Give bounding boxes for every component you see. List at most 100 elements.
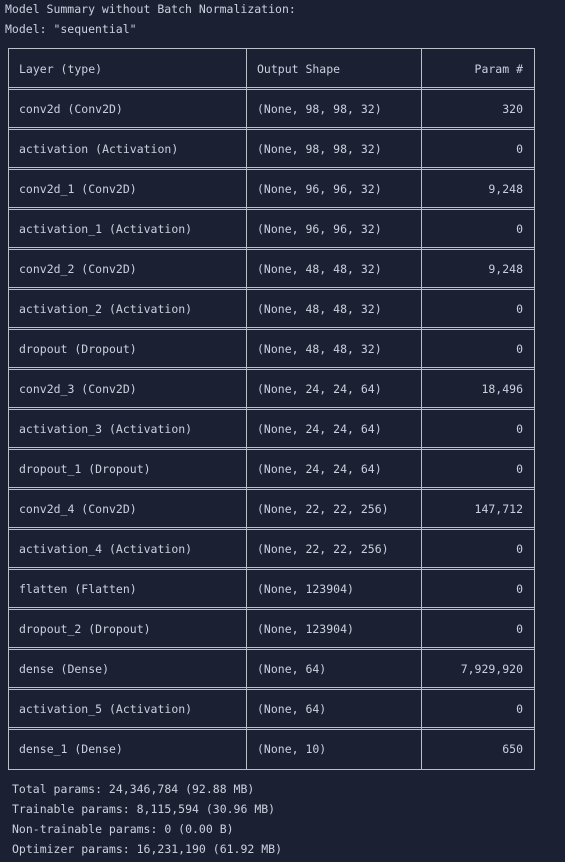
layer-name-cell: activation_4 (Activation) [19, 542, 193, 556]
layer-name-cell: dense_1 (Dense) [19, 742, 123, 756]
row-separator [8, 167, 535, 168]
param-count-cell: 0 [516, 142, 523, 156]
column-header-layer: Layer (type) [19, 62, 103, 76]
layer-name-cell: dropout (Dropout) [19, 342, 137, 356]
layer-name-cell: dropout_1 (Dropout) [19, 462, 151, 476]
output-shape-cell: (None, 96, 96, 32) [257, 182, 382, 196]
layer-name-cell: flatten (Flatten) [19, 582, 137, 596]
param-count-cell: 0 [516, 542, 523, 556]
output-shape-cell: (None, 10) [257, 742, 327, 756]
summary-title: Model Summary without Batch Normalizatio… [5, 2, 296, 16]
layer-name-cell: conv2d (Conv2D) [19, 102, 123, 116]
output-shape-cell: (None, 48, 48, 32) [257, 302, 382, 316]
param-count-cell: 320 [502, 102, 523, 116]
layer-name-cell: conv2d_1 (Conv2D) [19, 182, 137, 196]
param-count-cell: 0 [516, 702, 523, 716]
non-trainable-params: Non-trainable params: 0 (0.00 B) [12, 822, 234, 836]
row-separator [8, 609, 535, 610]
row-separator [8, 567, 535, 568]
table-border-bottom [8, 769, 535, 770]
table-border-left [8, 48, 9, 770]
row-separator [8, 209, 535, 210]
param-count-cell: 0 [516, 582, 523, 596]
row-separator [8, 367, 535, 368]
row-separator [8, 127, 535, 128]
row-separator [8, 329, 535, 330]
row-separator [8, 169, 535, 170]
row-separator [8, 87, 535, 88]
param-count-cell: 7,929,920 [460, 662, 523, 676]
row-separator [8, 369, 535, 370]
row-separator [8, 649, 535, 650]
param-count-cell: 9,248 [488, 182, 523, 196]
row-separator [8, 727, 535, 728]
row-separator [8, 529, 535, 530]
output-shape-cell: (None, 123904) [257, 582, 354, 596]
output-shape-cell: (None, 96, 96, 32) [257, 222, 382, 236]
column-header-params: Param # [474, 62, 523, 76]
row-separator [8, 729, 535, 730]
row-separator [8, 449, 535, 450]
row-separator [8, 487, 535, 488]
output-shape-cell: (None, 22, 22, 256) [257, 542, 389, 556]
row-separator [8, 287, 535, 288]
total-params: Total params: 24,346,784 (92.88 MB) [12, 782, 255, 796]
column-divider [246, 48, 247, 770]
output-shape-cell: (None, 98, 98, 32) [257, 142, 382, 156]
row-separator [8, 447, 535, 448]
output-shape-cell: (None, 22, 22, 256) [257, 502, 389, 516]
row-separator [8, 89, 535, 90]
row-separator [8, 569, 535, 570]
output-shape-cell: (None, 48, 48, 32) [257, 342, 382, 356]
row-separator [8, 247, 535, 248]
layer-name-cell: activation_5 (Activation) [19, 702, 193, 716]
table-border-right [534, 48, 535, 770]
optimizer-params: Optimizer params: 16,231,190 (61.92 MB) [12, 842, 283, 856]
row-separator [8, 647, 535, 648]
row-separator [8, 327, 535, 328]
layer-name-cell: activation_2 (Activation) [19, 302, 193, 316]
param-count-cell: 0 [516, 622, 523, 636]
row-separator [8, 527, 535, 528]
row-separator [8, 607, 535, 608]
model-name-line: Model: "sequential" [5, 22, 137, 36]
output-shape-cell: (None, 24, 24, 64) [257, 462, 382, 476]
param-count-cell: 0 [516, 462, 523, 476]
row-separator [8, 689, 535, 690]
column-header-shape: Output Shape [257, 62, 341, 76]
layer-table: Layer (type) Output Shape Param # conv2d (C… [8, 48, 535, 770]
row-separator [8, 407, 535, 408]
param-count-cell: 0 [516, 422, 523, 436]
output-shape-cell: (None, 123904) [257, 622, 354, 636]
output-shape-cell: (None, 48, 48, 32) [257, 262, 382, 276]
column-divider [421, 48, 422, 770]
layer-name-cell: dropout_2 (Dropout) [19, 622, 151, 636]
layer-name-cell: dense (Dense) [19, 662, 110, 676]
layer-name-cell: conv2d_3 (Conv2D) [19, 382, 137, 396]
layer-name-cell: conv2d_4 (Conv2D) [19, 502, 137, 516]
layer-name-cell: activation (Activation) [19, 142, 179, 156]
param-count-cell: 147,712 [474, 502, 523, 516]
output-shape-cell: (None, 24, 24, 64) [257, 422, 382, 436]
row-separator [8, 409, 535, 410]
layer-name-cell: activation_1 (Activation) [19, 222, 193, 236]
param-count-cell: 0 [516, 222, 523, 236]
output-shape-cell: (None, 98, 98, 32) [257, 102, 382, 116]
row-separator [8, 289, 535, 290]
param-count-cell: 9,248 [488, 262, 523, 276]
output-shape-cell: (None, 64) [257, 702, 327, 716]
table-border-top [8, 48, 535, 49]
trainable-params: Trainable params: 8,115,594 (30.96 MB) [12, 802, 276, 816]
param-count-cell: 18,496 [481, 382, 523, 396]
row-separator [8, 249, 535, 250]
layer-name-cell: conv2d_2 (Conv2D) [19, 262, 137, 276]
row-separator [8, 687, 535, 688]
param-count-cell: 0 [516, 342, 523, 356]
layer-name-cell: activation_3 (Activation) [19, 422, 193, 436]
output-shape-cell: (None, 24, 24, 64) [257, 382, 382, 396]
param-count-cell: 0 [516, 302, 523, 316]
row-separator [8, 489, 535, 490]
output-shape-cell: (None, 64) [257, 662, 327, 676]
row-separator [8, 207, 535, 208]
param-count-cell: 650 [502, 742, 523, 756]
